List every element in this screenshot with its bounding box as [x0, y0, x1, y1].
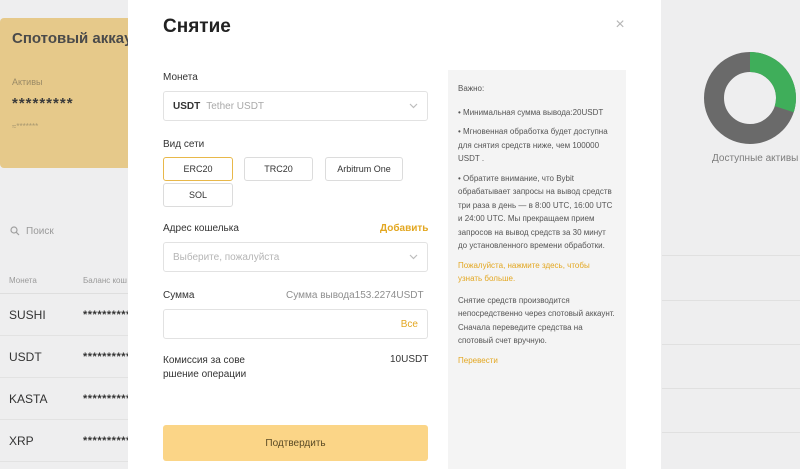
info-bullet-schedule: • Обратите внимание, что Bybit обрабатыв… — [458, 173, 613, 251]
coin-select[interactable]: USDT Tether USDT — [163, 91, 428, 121]
info-note: Снятие средств производится непосредстве… — [458, 295, 615, 346]
row-balance: ********** — [83, 350, 131, 363]
background-search[interactable]: Поиск — [10, 218, 128, 244]
fee-label: Комиссия за сове ршение операции — [163, 355, 247, 380]
spot-account-card[interactable]: Спотовый аккау Активы ********* ≈******* — [0, 18, 135, 168]
search-placeholder: Поиск — [26, 225, 54, 237]
address-placeholder: Выберите, пожалуйста — [173, 251, 280, 263]
divider — [662, 344, 800, 345]
learn-more-link[interactable]: Пожалуйста, нажмите здесь, чтобы узнать … — [458, 259, 616, 286]
close-icon[interactable]: × — [612, 17, 628, 33]
asset-donut-chart — [700, 48, 800, 148]
column-header-coin: Монета — [9, 276, 37, 285]
withdraw-modal: Снятие × Монета USDT Tether USDT Вид сет… — [128, 0, 661, 469]
chevron-down-icon — [409, 101, 418, 111]
add-address-link[interactable]: Добавить — [380, 223, 428, 234]
transfer-link[interactable]: Перевести — [458, 354, 616, 368]
network-option-arbitrum[interactable]: Arbitrum One — [325, 157, 403, 181]
table-row[interactable]: KASTA ********** — [0, 378, 135, 420]
spot-assets-label: Активы — [12, 77, 43, 87]
modal-title: Снятие — [163, 16, 231, 37]
amount-label: Сумма — [163, 290, 195, 301]
row-coin: USDT — [9, 349, 42, 364]
info-title: Важно: — [458, 84, 485, 93]
spot-balance-hidden: ********* — [12, 95, 74, 112]
divider — [662, 388, 800, 389]
amount-available-hint: Сумма вывода153.2274USDT — [286, 290, 424, 301]
network-option-trc20[interactable]: TRC20 — [244, 157, 313, 181]
coin-name: Tether USDT — [206, 100, 265, 112]
confirm-button[interactable]: Подтвердить — [163, 425, 428, 461]
table-row[interactable]: USDT ********** — [0, 336, 135, 378]
row-coin: XRP — [9, 433, 34, 448]
table-row[interactable]: SUSHI ********** — [0, 294, 135, 336]
important-info-panel: Важно: • Минимальная сумма вывода:20USDT… — [448, 70, 626, 469]
divider — [662, 300, 800, 301]
row-coin: KASTA — [9, 391, 48, 406]
spot-account-title: Спотовый аккау — [12, 30, 133, 47]
table-header: Монета Баланс кош — [0, 268, 135, 294]
coin-code: USDT — [173, 100, 201, 112]
divider — [662, 255, 800, 256]
address-label: Адрес кошелька — [163, 223, 239, 234]
spot-balance-sub: ≈******* — [12, 122, 39, 131]
row-balance: ********** — [83, 308, 131, 321]
address-select[interactable]: Выберите, пожалуйста — [163, 242, 428, 272]
background-asset-table: Монета Баланс кош SUSHI ********** USDT … — [0, 268, 135, 462]
row-balance: ********** — [83, 434, 131, 447]
network-option-sol[interactable]: SOL — [163, 183, 233, 207]
table-row[interactable]: XRP ********** — [0, 420, 135, 462]
divider — [662, 432, 800, 433]
network-option-erc20[interactable]: ERC20 — [163, 157, 233, 181]
row-balance: ********** — [83, 392, 131, 405]
fee-value: 10USDT — [390, 354, 429, 365]
withdraw-all-button[interactable]: Все — [401, 319, 418, 330]
coin-label: Монета — [163, 72, 198, 83]
available-assets-label: Доступные активы — [712, 153, 799, 164]
search-icon — [10, 226, 20, 236]
amount-input[interactable]: Все — [163, 309, 428, 339]
chevron-down-icon — [409, 252, 418, 262]
row-coin: SUSHI — [9, 307, 46, 322]
column-header-balance: Баланс кош — [83, 276, 127, 285]
network-label: Вид сети — [163, 139, 205, 150]
info-bullet-min: • Минимальная сумма вывода:20USDT — [458, 107, 604, 117]
info-bullet-instant: • Мгновенная обработка будет доступна дл… — [458, 127, 608, 163]
